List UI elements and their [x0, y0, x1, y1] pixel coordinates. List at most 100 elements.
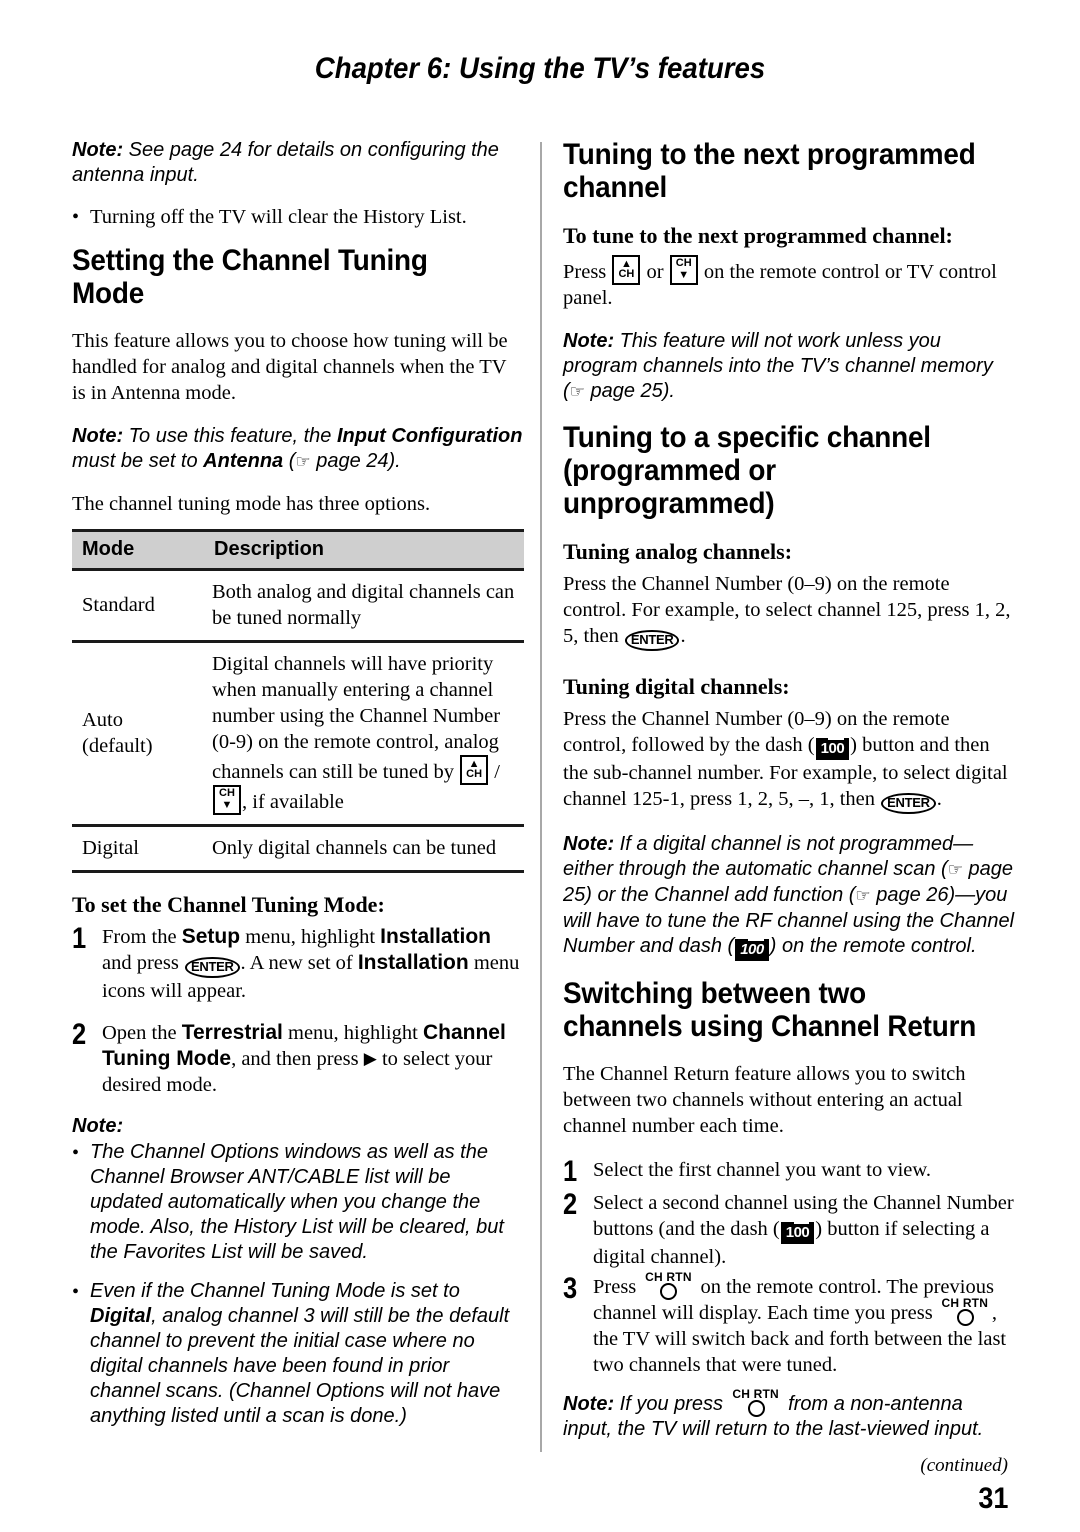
- paragraph-digital-tuning: Press the Channel Number (0–9) on the re…: [563, 706, 1015, 814]
- chapter-running-head: Chapter 6: Using the TV’s features: [314, 52, 766, 85]
- ch-down-arrow-glyph: ▼: [221, 799, 233, 811]
- ch-rtn-label: CH RTN: [941, 1296, 989, 1310]
- table-cell-description-auto: Digital channels will have priority when…: [206, 641, 524, 827]
- ch-rtn-label: CH RTN: [645, 1270, 692, 1284]
- pointing-hand-icon: ☞: [569, 382, 585, 402]
- heading-tuning-specific-channel: Tuning to a specific channel (programmed…: [563, 421, 931, 520]
- press-part1: Press: [563, 261, 612, 283]
- dash-key-suffix: 00: [793, 1222, 810, 1241]
- ch-up-key-icon: ▲ CH: [612, 255, 641, 285]
- ch-down-key-icon: CH ▼: [213, 785, 241, 815]
- step-text: From the Setup menu, highlight Installat…: [102, 924, 524, 1004]
- note-bullet-1: • The Channel Options windows as well as…: [72, 1140, 524, 1265]
- ch-rtn-key-icon: CH RTN: [940, 1297, 990, 1326]
- table-cell-mode-digital: Digital: [72, 825, 206, 873]
- step-text: Press CH RTN on the remote control. The …: [593, 1271, 1015, 1378]
- step-number: 2: [563, 1188, 578, 1221]
- subheading-to-tune-next: To tune to the next programmed channel:: [563, 223, 953, 248]
- step-number: 3: [563, 1272, 578, 1305]
- note-text-part4: page 24).: [310, 450, 401, 472]
- auto-description-part2: , if available: [242, 791, 344, 813]
- heading-switching-two-channels: Switching between two channels using Cha…: [563, 977, 977, 1043]
- step-text: Select the first channel you want to vie…: [593, 1159, 931, 1181]
- step-text: Open the Terrestrial menu, highlight Cha…: [102, 1020, 524, 1098]
- table-row: Auto (default) Digital channels will hav…: [72, 641, 524, 827]
- ch-rtn-key-icon: CH RTN: [643, 1271, 693, 1300]
- table-cell-description-digital: Only digital channels can be tuned: [206, 825, 524, 873]
- step2-part1: Open the: [102, 1022, 182, 1044]
- rstep3-part1: Press: [593, 1276, 642, 1298]
- note-non-antenna-input: Note: If you press CH RTN from a non-ant…: [563, 1388, 1015, 1442]
- note-label: Note:: [563, 1393, 615, 1415]
- table-header-description: Description: [206, 529, 524, 571]
- table-header-row: Mode Description: [72, 529, 524, 571]
- note-text-part3: (: [283, 450, 296, 472]
- heading-setting-channel-tuning-mode: Setting the Channel Tuning Mode: [72, 244, 428, 310]
- step1-part2: menu, highlight: [240, 926, 381, 948]
- paragraph-press-ch-keys: Press ▲ CH or CH ▼ on the remote control o…: [563, 255, 1015, 311]
- dash-100-key-icon: 100: [735, 939, 769, 961]
- ch-up-key-icon: ▲ CH: [460, 755, 489, 785]
- note-bullet-1-text: The Channel Options windows as well as t…: [90, 1141, 504, 1263]
- note-bullet-2-text: Even if the Channel Tuning Mode is set t…: [90, 1279, 524, 1429]
- ch-label-glyph: CH: [618, 268, 635, 280]
- digital-part3: .: [936, 788, 942, 810]
- step-number: 1: [563, 1155, 578, 1188]
- ch-rtn-circle: [747, 1400, 765, 1417]
- table-cell-mode-standard: Standard: [72, 569, 206, 643]
- bullet-history-list: • Turning off the TV will clear the Hist…: [72, 204, 524, 230]
- ch-down-arrow-glyph: ▼: [678, 269, 690, 281]
- enter-key-icon: ENTER: [624, 630, 680, 651]
- table-row: Standard Both analog and digital channel…: [72, 569, 524, 643]
- footer-continued: (continued): [920, 1455, 1008, 1476]
- note-text-part2: must be set to: [72, 450, 204, 472]
- ch-label-glyph: CH: [466, 768, 483, 780]
- table-header-mode: Mode: [72, 529, 206, 571]
- note-input-configuration: Note: To use this feature, the Input Con…: [72, 424, 524, 475]
- note-text-part1: To use this feature, the: [123, 425, 337, 447]
- heading-to-set-channel-tuning-mode: To set the Channel Tuning Mode:: [72, 892, 385, 917]
- subheading-tuning-analog: Tuning analog channels:: [563, 539, 793, 564]
- mode-auto-label: Auto: [82, 709, 123, 731]
- note-heading: Note:: [72, 1115, 124, 1137]
- dash-key-prefix: 1: [740, 941, 749, 958]
- table-cell-mode-auto: Auto (default): [72, 641, 206, 827]
- step-2: 2 Select a second channel using the Chan…: [563, 1190, 1015, 1270]
- note-label: Note:: [563, 330, 615, 352]
- note-bullet-2-part2: , analog channel 3 will still be the def…: [90, 1305, 510, 1427]
- bullet-icon: •: [72, 1142, 80, 1164]
- step1-bold-installation: Installation: [380, 925, 491, 948]
- subheading-tuning-digital: Tuning digital channels:: [563, 674, 790, 699]
- step-1: 1 From the Setup menu, highlight Install…: [72, 924, 524, 1004]
- pointing-hand-icon: ☞: [295, 452, 311, 472]
- channel-return-steps: 1 Select the first channel you want to v…: [563, 1157, 1015, 1378]
- right-column: Tuning to the next programmed channel To…: [563, 138, 1015, 1458]
- analog-part2: .: [680, 625, 686, 647]
- step-number: 1: [72, 922, 87, 955]
- step1-part1: From the: [102, 926, 182, 948]
- note-bullet-2-part1: Even if the Channel Tuning Mode is set t…: [90, 1280, 460, 1302]
- heading-tuning-next-programmed-channel: Tuning to the next programmed channel: [563, 138, 976, 204]
- step1-part3: and press: [102, 952, 184, 974]
- mode-auto-default: (default): [82, 735, 153, 757]
- ch-rtn-key-icon: CH RTN: [731, 1388, 781, 1417]
- note-bullet-2-bold-digital: Digital: [90, 1305, 152, 1327]
- pointing-hand-icon: ☞: [947, 860, 963, 880]
- step-number: 2: [72, 1018, 87, 1051]
- column-divider: [540, 142, 542, 1452]
- paragraph-channel-return: The Channel Return feature allows you to…: [563, 1063, 966, 1137]
- note-label: Note:: [72, 425, 124, 447]
- ch-rtn-circle: [660, 1283, 678, 1300]
- note-na-part1: If you press: [614, 1393, 729, 1415]
- dash-key-prefix: 1: [785, 1224, 794, 1241]
- auto-description-separator: /: [489, 761, 500, 783]
- note-antenna-text: See page 24 for details on configuring t…: [72, 139, 499, 186]
- paragraph-three-options: The channel tuning mode has three option…: [72, 493, 431, 515]
- bullet-history-text: Turning off the TV will clear the Histor…: [90, 206, 467, 228]
- table-row: Digital Only digital channels can be tun…: [72, 825, 524, 873]
- note-np-part4: ) on the remote control.: [769, 935, 977, 957]
- table-cell-description-standard: Both analog and digital channels can be …: [206, 569, 524, 643]
- manual-page: Chapter 6: Using the TV’s features Note:…: [0, 0, 1080, 1532]
- ch-label-glyph: CH: [675, 257, 692, 269]
- ch-rtn-label: CH RTN: [732, 1387, 779, 1401]
